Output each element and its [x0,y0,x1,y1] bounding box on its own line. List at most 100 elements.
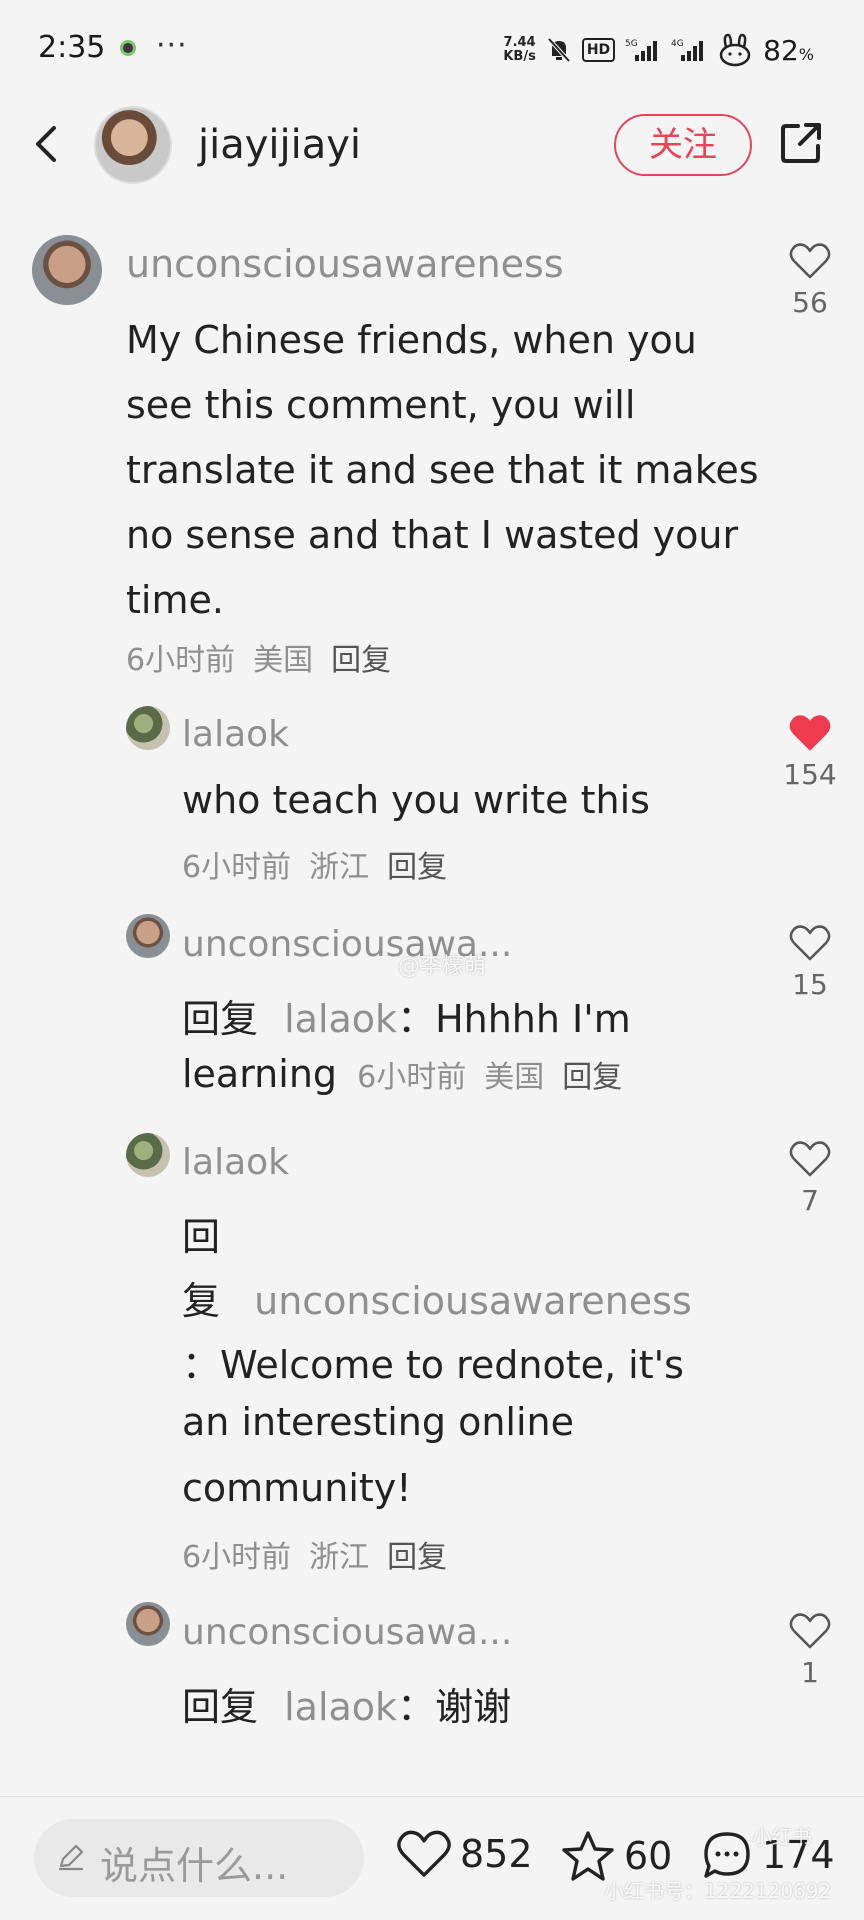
reply-target[interactable]: lalaok [284,997,397,1041]
comment-location: 美国 [253,643,314,678]
comment-time: 6小时前 [182,1540,292,1575]
xhs-logo-watermark: 小红书 [752,1825,812,1849]
signal-5g-label: 5G [625,39,638,49]
reply-button[interactable]: 回复 [387,1540,447,1575]
comment-text[interactable]: My Chinese friends, when you see this co… [126,308,766,633]
reply-item: lalaok 回 复 unconsciousawareness ：Welcome… [0,1128,864,1588]
notification-dot-icon [120,40,136,56]
like-count: 7 [801,1184,819,1217]
comment-location: 美国 [484,1060,545,1095]
like-button[interactable]: 1 [780,1612,840,1689]
battery-level: 82% [763,34,814,67]
battery-unit: % [798,44,814,64]
like-count: 56 [792,286,828,319]
commenter-avatar[interactable] [126,706,170,750]
comment-bubble-icon [704,1832,750,1878]
network-speed-value: 7.44 [503,35,536,50]
comment-text[interactable]: who teach you write this [182,778,650,822]
reply-prefix: 回复 [182,1685,259,1729]
like-button[interactable]: 154 [780,714,840,791]
reply-item: unconsciousawa... 回复 lalaok：谢谢 1 [0,1598,864,1748]
heart-outline-icon [397,1830,451,1877]
like-button[interactable]: 7 [780,1140,840,1217]
commenter-avatar[interactable] [32,235,102,305]
comment-time: 6小时前 [126,643,236,678]
comment-location: 浙江 [309,850,370,885]
comment-text-line[interactable]: an interesting online [182,1400,574,1444]
reply-item: lalaok who teach you write this 6小时前 浙江 回复… [0,700,864,890]
bottom-bar: 说点什么... 852 60 174 小红书 小红书号：1222120692 [0,1796,864,1920]
follow-button[interactable]: 关注 [614,114,752,176]
reply-button[interactable]: 回复 [562,1060,622,1095]
comment-text[interactable]: 回复 lalaok：谢谢 [182,1676,511,1731]
commenter-name[interactable]: unconsciousawareness [126,242,564,286]
like-count: 1 [801,1656,819,1689]
comment-text[interactable]: 复 unconsciousawareness [182,1270,692,1325]
reply-button[interactable]: 回复 [387,850,447,885]
author-name[interactable]: jiayijiayi [198,122,361,168]
status-bar: 2:35 ··· 7.44 KB/s HD 5G 4G 82% [0,0,864,96]
comment-text-line: ：Hhhhh I'm [397,997,631,1041]
heart-outline-icon [789,1613,831,1649]
reply-button[interactable]: 回复 [331,643,391,678]
heart-outline-icon [789,243,831,279]
comment-meta: 6小时前 美国 回复 [357,1060,640,1095]
commenter-name[interactable]: lalaok [182,1142,289,1183]
comment-input-placeholder: 说点什么... [100,1844,289,1888]
like-button[interactable]: 56 [780,242,840,319]
heart-outline-icon [789,925,831,961]
comment-meta: 6小时前 浙江 回复 [182,1532,465,1576]
author-avatar[interactable] [94,106,172,184]
back-arrow-icon[interactable] [28,122,68,166]
reply-prefix: 回复 [182,997,259,1041]
reply-prefix: 复 [182,1279,221,1323]
commenter-name[interactable]: lalaok [182,714,289,755]
comment-meta: 6小时前 美国 回复 [126,635,409,679]
pencil-icon [56,1842,86,1876]
comment-text-line[interactable]: community! [182,1466,412,1510]
hd-badge: HD [581,38,616,62]
reply-target[interactable]: lalaok [284,1685,397,1729]
commenter-name[interactable]: unconsciousawa... [182,1612,512,1653]
heart-filled-icon [789,715,831,751]
comment-location: 浙江 [309,1540,370,1575]
like-button[interactable]: 15 [780,924,840,1001]
comment-text-line[interactable]: ：Welcome to rednote, it's [182,1334,684,1389]
reply-prefix: 回 [182,1215,221,1259]
commenter-avatar[interactable] [126,914,170,958]
comment-input[interactable]: 说点什么... [34,1819,364,1897]
weibo-watermark: @李檬萌 [398,954,487,979]
comment-text-line: ：谢谢 [397,1685,512,1729]
like-total-button[interactable]: 852 [396,1829,533,1879]
comment-time: 6小时前 [182,850,292,885]
status-right-group: 7.44 KB/s HD 5G 4G 82% [503,30,814,70]
comment-meta: 6小时前 浙江 回复 [182,842,465,886]
like-total-count: 852 [460,1832,533,1876]
signal-4g-icon: 4G [671,37,707,63]
network-speed-unit: KB/s [503,49,536,64]
like-count: 154 [783,758,837,791]
reply-target[interactable]: unconsciousawareness [254,1279,692,1323]
signal-4g-label: 4G [671,39,684,49]
share-icon[interactable] [778,120,824,166]
mute-bell-icon [546,36,572,64]
comment-text[interactable]: 回复 lalaok：Hhhhh I'm [182,988,631,1043]
collect-count: 60 [624,1834,673,1878]
comment-text-line: learning [182,1052,338,1096]
like-count: 15 [792,968,828,1001]
network-speed: 7.44 KB/s [503,36,535,64]
comment-text-continued[interactable]: learning 6小时前 美国 回复 [182,1052,640,1096]
comment-item: unconsciousawareness My Chinese friends,… [0,230,864,690]
commenter-avatar[interactable] [126,1133,170,1177]
heart-outline-icon [789,1141,831,1177]
bunny-battery-icon [717,33,753,67]
commenter-avatar[interactable] [126,1602,170,1646]
status-time: 2:35 [38,30,106,65]
status-more: ··· [156,28,188,63]
header: jiayijiayi 关注 [0,96,864,196]
battery-value: 82 [763,33,799,67]
xhs-id-watermark: 小红书号：1222120692 [604,1879,832,1903]
comment-time: 6小时前 [357,1060,467,1095]
signal-5g-icon: 5G [625,37,661,63]
reply-item: unconsciousawa... 回复 lalaok：Hhhhh I'm le… [0,910,864,1110]
